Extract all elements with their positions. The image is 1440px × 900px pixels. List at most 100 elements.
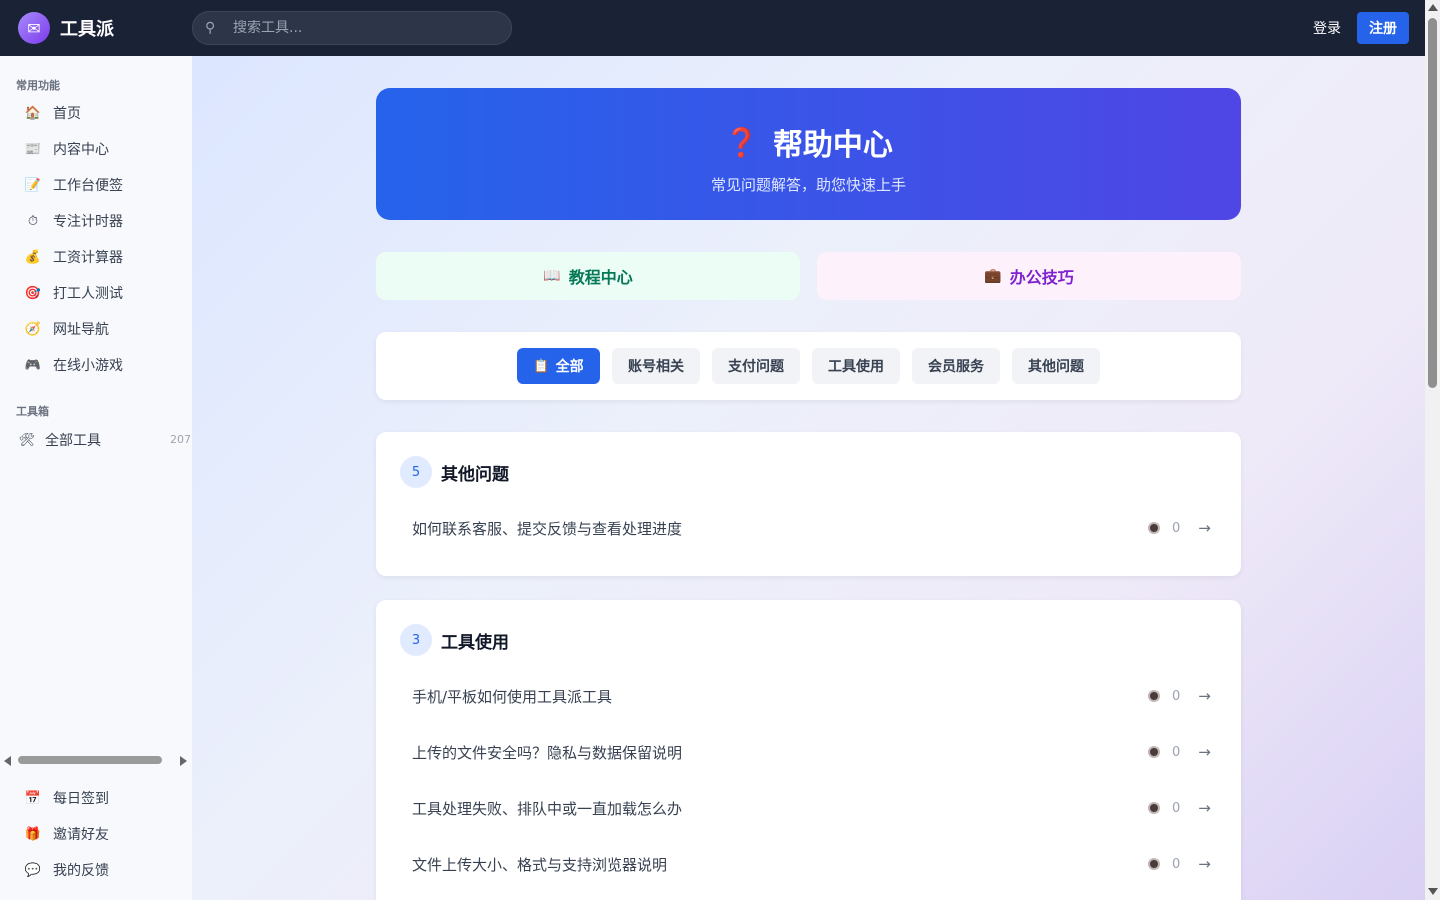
sidebar-item-label: 工资计算器 xyxy=(53,250,123,266)
filter-chip-membership[interactable]: 会员服务 xyxy=(912,348,1000,384)
sidebar-item-label: 专注计时器 xyxy=(53,214,123,230)
view-count: 0 xyxy=(1172,800,1181,816)
faq-question: 如何联系客服、提交反馈与查看处理进度 xyxy=(412,519,683,538)
chip-label: 全部 xyxy=(555,359,584,375)
newspaper-icon: 📰 xyxy=(24,141,42,157)
arrow-right-icon: → xyxy=(1198,687,1211,705)
group-header: 5 其他问题 xyxy=(400,456,509,488)
scroll-right-icon[interactable] xyxy=(180,756,187,766)
filter-chip-account[interactable]: 账号相关 xyxy=(612,348,700,384)
scrollbar-thumb[interactable] xyxy=(18,756,162,764)
memo-icon: 📝 xyxy=(24,177,42,193)
faq-group-tool-usage: 3 工具使用 手机/平板如何使用工具派工具 0 → 上传的文件安全吗？隐私与数据… xyxy=(376,600,1241,900)
tutorial-center-label: 教程中心 xyxy=(568,268,633,287)
group-title: 工具使用 xyxy=(441,632,509,653)
logo-text: 工具派 xyxy=(60,19,114,40)
search-icon: ⚲ xyxy=(205,20,216,36)
group-count-badge: 3 xyxy=(400,624,432,656)
sidebar-item-label: 网址导航 xyxy=(53,322,109,338)
clipboard-icon: 📋 xyxy=(533,358,550,374)
scroll-left-icon[interactable] xyxy=(4,756,11,766)
eye-icon xyxy=(1148,690,1160,702)
login-link[interactable]: 登录 xyxy=(1313,18,1341,38)
page-vertical-scrollbar[interactable] xyxy=(1425,0,1440,900)
sidebar-item-label: 邀请好友 xyxy=(53,827,109,843)
eye-icon xyxy=(1148,522,1160,534)
target-icon: 🎯 xyxy=(24,285,42,301)
sidebar-item-label: 打工人测试 xyxy=(53,286,123,302)
sidebar-item-label: 全部工具 xyxy=(45,433,101,449)
faq-meta: 0 → xyxy=(1148,687,1211,705)
money-bag-icon: 💰 xyxy=(24,249,42,265)
sidebar-item-notes[interactable]: 📝 工作台便签 xyxy=(24,173,123,197)
top-bar: ✉ 工具派 ⚲ 登录 注册 xyxy=(0,0,1425,56)
faq-item[interactable]: 上传的文件安全吗？隐私与数据保留说明 0 → xyxy=(412,740,1211,764)
sidebar-item-invite[interactable]: 🎁 邀请好友 xyxy=(24,822,109,846)
gamepad-icon: 🎮 xyxy=(24,357,42,373)
sidebar-item-nav[interactable]: 🧭 网址导航 xyxy=(24,317,109,341)
filter-chip-payment[interactable]: 支付问题 xyxy=(712,348,800,384)
faq-group-other: 5 其他问题 如何联系客服、提交反馈与查看处理进度 0 → xyxy=(376,432,1241,576)
sidebar-item-checkin[interactable]: 📅 每日签到 xyxy=(24,786,109,810)
scroll-up-icon[interactable] xyxy=(1428,4,1438,11)
group-header: 3 工具使用 xyxy=(400,624,509,656)
arrow-right-icon: → xyxy=(1198,519,1211,537)
hero-subtitle: 常见问题解答，助您快速上手 xyxy=(710,176,906,194)
sidebar-item-games[interactable]: 🎮 在线小游戏 xyxy=(24,353,123,377)
filter-chip-other[interactable]: 其他问题 xyxy=(1012,348,1100,384)
filter-chip-all[interactable]: 📋 全部 xyxy=(517,348,600,384)
section-label-toolbox: 工具箱 xyxy=(16,405,49,418)
arrow-right-icon: → xyxy=(1198,799,1211,817)
sidebar-item-home[interactable]: 🏠 首页 xyxy=(24,101,81,125)
faq-item[interactable]: 手机/平板如何使用工具派工具 0 → xyxy=(412,684,1211,708)
category-filter: 📋 全部 账号相关 支付问题 工具使用 会员服务 其他问题 xyxy=(376,332,1241,400)
logo[interactable]: ✉ 工具派 xyxy=(18,12,114,44)
faq-question: 上传的文件安全吗？隐私与数据保留说明 xyxy=(412,743,683,762)
sidebar-item-timer[interactable]: ⏱ 专注计时器 xyxy=(24,209,123,233)
home-icon: 🏠 xyxy=(24,105,42,121)
sidebar-item-label: 在线小游戏 xyxy=(53,358,123,374)
eye-icon xyxy=(1148,746,1160,758)
sidebar-item-feedback[interactable]: 💬 我的反馈 xyxy=(24,858,109,882)
faq-item[interactable]: 工具处理失败、排队中或一直加载怎么办 0 → xyxy=(412,796,1211,820)
scroll-down-icon[interactable] xyxy=(1428,888,1438,895)
sidebar-item-worker-test[interactable]: 🎯 打工人测试 xyxy=(24,281,123,305)
faq-item[interactable]: 如何联系客服、提交反馈与查看处理进度 0 → xyxy=(412,516,1211,540)
scrollbar-thumb[interactable] xyxy=(1428,18,1437,388)
main-content: ❓ 帮助中心 常见问题解答，助您快速上手 📖 教程中心 💼 办公技巧 📋 全部 … xyxy=(192,56,1425,900)
hero-banner: ❓ 帮助中心 常见问题解答，助您快速上手 xyxy=(376,88,1241,220)
sidebar-item-label: 工作台便签 xyxy=(53,178,123,194)
filter-chip-tool-usage[interactable]: 工具使用 xyxy=(812,348,900,384)
group-title: 其他问题 xyxy=(441,464,509,485)
register-button[interactable]: 注册 xyxy=(1357,12,1409,44)
search-input[interactable] xyxy=(233,20,483,36)
search-box[interactable]: ⚲ xyxy=(192,11,512,45)
briefcase-icon: 💼 xyxy=(984,268,1002,284)
sidebar-horizontal-scrollbar[interactable] xyxy=(4,753,188,767)
view-count: 0 xyxy=(1172,856,1181,872)
sidebar-item-label: 每日签到 xyxy=(53,791,109,807)
tools-icon: 🛠 xyxy=(18,432,36,448)
eye-icon xyxy=(1148,858,1160,870)
gift-icon: 🎁 xyxy=(24,826,42,842)
compass-icon: 🧭 xyxy=(24,321,42,337)
arrow-right-icon: → xyxy=(1198,855,1211,873)
faq-question: 手机/平板如何使用工具派工具 xyxy=(412,687,613,706)
sidebar-item-content[interactable]: 📰 内容中心 xyxy=(24,137,109,161)
faq-meta: 0 → xyxy=(1148,799,1211,817)
office-tips-link[interactable]: 💼 办公技巧 xyxy=(817,252,1241,300)
speech-bubble-icon: 💬 xyxy=(24,862,42,878)
group-count-badge: 5 xyxy=(400,456,432,488)
view-count: 0 xyxy=(1172,520,1181,536)
faq-question: 文件上传大小、格式与支持浏览器说明 xyxy=(412,855,668,874)
tutorial-center-link[interactable]: 📖 教程中心 xyxy=(376,252,800,300)
tools-count: 207 xyxy=(170,433,191,446)
sidebar: 常用功能 🏠 首页 📰 内容中心 📝 工作台便签 ⏱ 专注计时器 💰 工资计算器… xyxy=(0,56,192,900)
arrow-right-icon: → xyxy=(1198,743,1211,761)
page-title: ❓ 帮助中心 xyxy=(376,120,1241,164)
view-count: 0 xyxy=(1172,744,1181,760)
sidebar-item-all-tools[interactable]: 🛠 全部工具 xyxy=(18,428,101,452)
faq-item[interactable]: 文件上传大小、格式与支持浏览器说明 0 → xyxy=(412,852,1211,876)
sidebar-item-salary[interactable]: 💰 工资计算器 xyxy=(24,245,123,269)
toolbox-logo-icon: ✉ xyxy=(18,12,50,44)
